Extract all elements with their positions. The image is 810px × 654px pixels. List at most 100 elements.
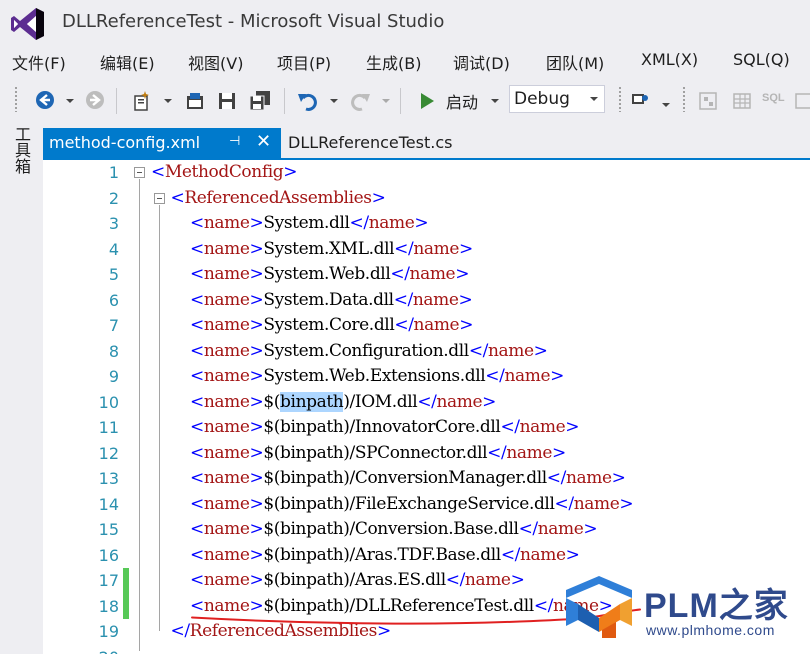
xml-tag-name: name	[519, 417, 566, 437]
plmhome-logo-icon	[566, 576, 632, 638]
new-project-dropdown-icon[interactable]	[164, 99, 172, 103]
xml-tag-name: name	[368, 213, 415, 233]
toolbox-tab[interactable]: 工具箱	[10, 126, 31, 174]
xml-bracket: >	[619, 493, 634, 514]
xml-bracket: >	[249, 519, 264, 539]
xml-tag-name: name	[203, 391, 250, 412]
code-text: <name>System.Web.dll</name>	[190, 264, 469, 284]
code-text: <name>$(binpath)/InnovatorCore.dll</name…	[190, 417, 580, 437]
collapse-region-icon[interactable]	[134, 167, 145, 178]
navigate-forward-icon[interactable]	[84, 89, 106, 111]
menu-xml[interactable]: XML(X)	[641, 50, 698, 69]
chevron-down-icon	[590, 97, 598, 101]
collapse-region-icon[interactable]	[153, 192, 165, 204]
start-dropdown-icon[interactable]	[491, 99, 499, 103]
xml-tag-name: name	[573, 493, 620, 514]
code-text: <name>System.Core.dll</name>	[190, 315, 473, 335]
sql-query-button[interactable]: SQL	[762, 92, 785, 104]
plmhome-watermark: PLM之家 www.plmhome.com	[558, 572, 810, 654]
code-text: <name>System.Data.dll</name>	[190, 289, 473, 310]
xml-text-value: System.Web.dll	[263, 264, 391, 284]
xml-text-value: $(binpath)/Conversion.Base.dll	[263, 519, 519, 539]
code-text: <name>$(binpath)/Aras.ES.dll</name>	[190, 570, 525, 590]
line-number: 17	[98, 571, 119, 590]
close-tab-icon[interactable]: ✕	[256, 131, 271, 152]
xml-bracket: <	[170, 187, 185, 208]
start-button[interactable]: 启动	[446, 89, 478, 113]
save-icon[interactable]	[215, 89, 239, 113]
xml-tag-name: name	[537, 519, 584, 539]
find-in-files-icon[interactable]	[628, 89, 652, 113]
find-dropdown-icon[interactable]	[662, 103, 670, 107]
xml-bracket: <	[190, 442, 204, 463]
window-title: DLLReferenceTest - Microsoft Visual Stud…	[62, 11, 445, 32]
code-text: <name>$(binpath)/Conversion.Base.dll</na…	[190, 519, 598, 539]
menu-sql[interactable]: SQL(Q)	[733, 50, 790, 69]
menu-build[interactable]: 生成(B)	[366, 50, 421, 74]
open-file-icon[interactable]	[183, 89, 207, 113]
xml-tag-name: name	[520, 544, 566, 565]
toolbar-grip[interactable]	[618, 86, 622, 112]
xml-bracket: >	[550, 366, 564, 386]
sql-object-explorer-icon[interactable]	[696, 89, 720, 113]
menu-view[interactable]: 视图(V)	[188, 50, 243, 74]
line-number: 10	[98, 392, 119, 412]
code-text: <ReferencedAssemblies>	[171, 188, 386, 208]
navigate-back-icon[interactable]	[34, 89, 56, 111]
xml-bracket: <	[190, 468, 204, 488]
tab-method-config-xml[interactable]: method-config.xml ⊣ ✕	[43, 128, 281, 158]
xml-tag-name: name	[413, 315, 460, 335]
undo-icon[interactable]	[296, 89, 320, 113]
sql-grid-icon[interactable]	[730, 89, 754, 113]
menu-edit[interactable]: 编辑(E)	[100, 50, 155, 74]
xml-bracket: >	[583, 519, 598, 539]
menu-debug[interactable]: 调试(D)	[453, 50, 510, 74]
line-number: 12	[98, 443, 119, 463]
xml-bracket: >	[458, 289, 473, 310]
xml-tag-name: name	[464, 570, 511, 590]
xml-bracket: <	[190, 493, 204, 514]
xml-bracket: >	[249, 340, 264, 361]
xml-text-value: System.dll	[263, 213, 350, 233]
navigate-back-dropdown-icon[interactable]	[66, 99, 74, 103]
xml-bracket: >	[249, 366, 264, 386]
code-text: <name>$(binpath)/DLLReferenceTest.dll</n…	[190, 596, 613, 616]
sql-results-icon[interactable]	[794, 89, 810, 113]
solution-configuration-select[interactable]: Debug	[509, 85, 605, 113]
menu-team[interactable]: 团队(M)	[546, 50, 604, 74]
change-indicator	[123, 568, 129, 594]
solution-configuration-value: Debug	[514, 89, 570, 109]
save-all-icon[interactable]	[247, 89, 273, 113]
xml-tag-name: name	[203, 289, 250, 310]
xml-bracket: <	[190, 213, 204, 233]
xml-bracket: >	[371, 187, 386, 208]
menu-project[interactable]: 项目(P)	[277, 50, 331, 74]
menu-file[interactable]: 文件(F)	[12, 50, 66, 74]
xml-bracket: </	[393, 289, 414, 310]
toolbar-grip[interactable]	[682, 86, 686, 112]
xml-bracket: </	[394, 238, 414, 259]
xml-text-value: System.Data.dll	[263, 289, 394, 310]
redo-dropdown-icon[interactable]	[382, 99, 390, 103]
line-number: 8	[108, 341, 119, 361]
redo-icon[interactable]	[348, 89, 372, 113]
toolbar-grip[interactable]	[14, 86, 18, 112]
tab-dllreferencetest-cs[interactable]: DLLReferenceTest.cs	[288, 133, 452, 152]
xml-tag-name: name	[203, 468, 250, 488]
undo-dropdown-icon[interactable]	[330, 99, 338, 103]
toolbar-separator	[284, 88, 285, 114]
new-project-icon[interactable]	[130, 89, 154, 113]
xml-bracket: >	[455, 264, 470, 284]
xml-text-value: $(binpath)/ConversionManager.dll	[263, 468, 547, 488]
code-line[interactable]: 1 <MethodConfig>	[43, 160, 810, 186]
code-text: <name>System.Web.Extensions.dll</name>	[190, 366, 564, 386]
pin-tab-icon[interactable]: ⊣	[229, 134, 240, 149]
xml-bracket: >	[376, 621, 391, 641]
xml-bracket: <	[190, 238, 204, 259]
line-number: 19	[98, 622, 119, 641]
start-play-icon[interactable]	[416, 90, 438, 112]
line-number: 3	[108, 214, 119, 233]
xml-tag-name: name	[203, 442, 250, 463]
xml-tag-name: name	[565, 468, 612, 488]
xml-tag-name: name	[203, 570, 250, 590]
